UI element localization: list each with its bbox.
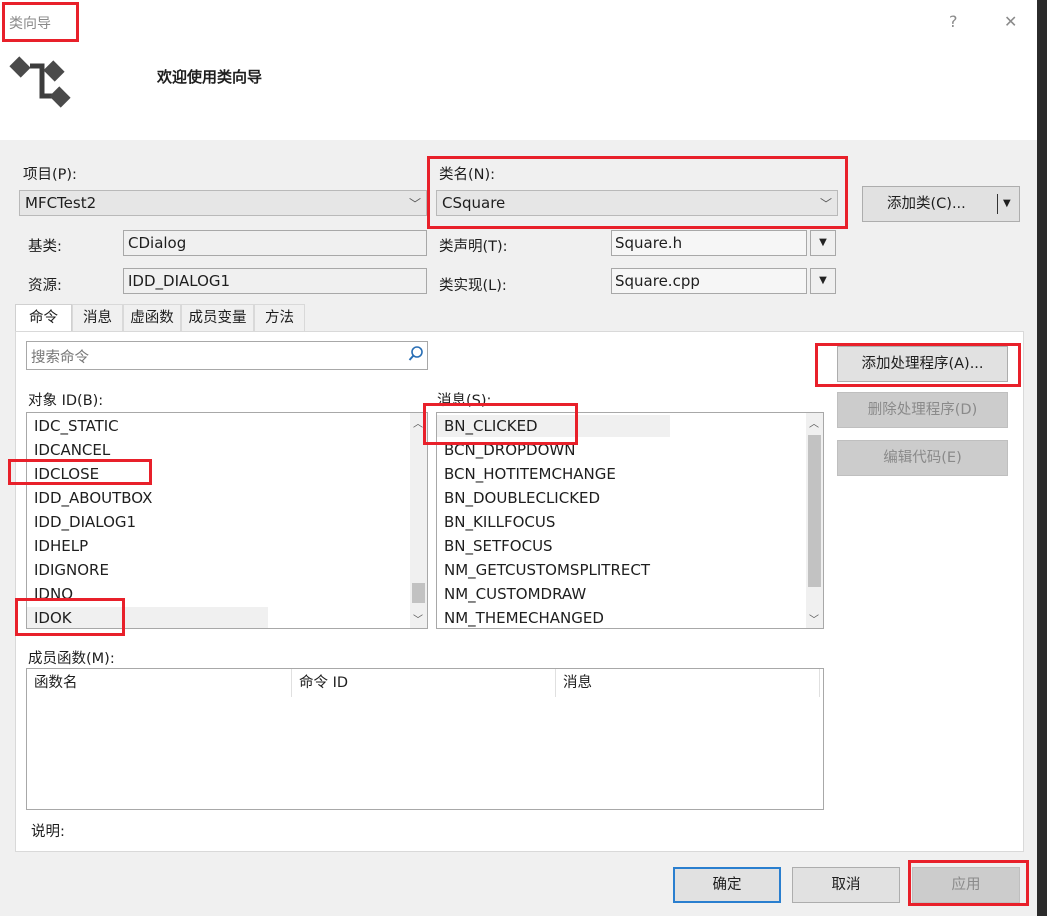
messages-list[interactable]: BN_CLICKED BCN_DROPDOWN BCN_HOTITEMCHANG… xyxy=(436,412,824,629)
class-impl-value: Square.cpp xyxy=(615,272,700,290)
list-item-selected[interactable]: IDOK xyxy=(27,607,268,628)
search-placeholder: 搜索命令 xyxy=(31,350,89,366)
list-item[interactable]: IDD_DIALOG1 xyxy=(34,511,136,533)
apply-button[interactable]: 应用 xyxy=(912,867,1020,903)
scroll-up-icon[interactable]: ︿ xyxy=(413,415,423,430)
add-handler-button[interactable]: 添加处理程序(A)... xyxy=(837,346,1008,382)
class-impl-field[interactable]: Square.cpp xyxy=(611,268,807,294)
member-functions-table[interactable]: 函数名 命令 ID 消息 xyxy=(26,668,824,810)
list-item-selected[interactable]: BN_CLICKED xyxy=(437,415,670,437)
class-decl-value: Square.h xyxy=(615,234,683,252)
tab-methods[interactable]: 方法 xyxy=(254,304,305,331)
list-item[interactable]: NM_CUSTOMDRAW xyxy=(444,583,586,605)
resource-field: IDD_DIALOG1 xyxy=(123,268,427,294)
base-class-value: CDialog xyxy=(128,234,187,252)
project-label: 项目(P): xyxy=(23,167,77,183)
tab-member-variables[interactable]: 成员变量 xyxy=(181,304,254,331)
list-item[interactable]: BCN_DROPDOWN xyxy=(444,439,575,461)
list-item[interactable]: BCN_HOTITEMCHANGE xyxy=(444,463,616,485)
class-wizard-dialog: 类向导 ? ✕ 欢迎使用类向导 项目(P): MFCTest2 ﹀ 类名(N):… xyxy=(0,0,1037,916)
project-value: MFCTest2 xyxy=(25,194,97,212)
dropdown-arrow-icon[interactable]: ▼ xyxy=(1003,187,1011,221)
search-input[interactable]: 搜索命令 xyxy=(26,341,428,370)
list-item[interactable]: IDC_STATIC xyxy=(34,415,119,437)
ok-button[interactable]: 确定 xyxy=(673,867,781,903)
list-item[interactable]: NM_THEMECHANGED xyxy=(444,607,604,628)
description-label: 说明: xyxy=(31,824,65,840)
class-decl-label: 类声明(T): xyxy=(439,239,508,255)
class-decl-field[interactable]: Square.h xyxy=(611,230,807,256)
add-class-button[interactable]: 添加类(C)... ▼ xyxy=(862,186,1020,222)
cancel-button[interactable]: 取消 xyxy=(792,867,900,903)
list-item[interactable]: IDIGNORE xyxy=(34,559,109,581)
list-item[interactable]: IDNO xyxy=(34,583,73,605)
object-ids-scrollbar[interactable]: ︿ ﹀ xyxy=(410,413,427,628)
resource-value: IDD_DIALOG1 xyxy=(128,272,231,290)
delete-handler-button[interactable]: 删除处理程序(D) xyxy=(837,392,1008,428)
add-class-label: 添加类(C)... xyxy=(887,196,966,212)
scroll-down-icon[interactable]: ﹀ xyxy=(413,611,423,626)
tab-messages[interactable]: 消息 xyxy=(72,304,123,331)
base-class-field: CDialog xyxy=(123,230,427,256)
welcome-heading: 欢迎使用类向导 xyxy=(157,68,263,86)
base-class-label: 基类: xyxy=(28,239,62,255)
class-decl-dropdown-button[interactable]: ▼ xyxy=(810,230,836,256)
list-item[interactable]: IDD_ABOUTBOX xyxy=(34,487,152,509)
list-item[interactable]: BN_DOUBLECLICKED xyxy=(444,487,600,509)
search-icon[interactable] xyxy=(408,345,424,367)
class-impl-dropdown-button[interactable]: ▼ xyxy=(810,268,836,294)
close-button[interactable]: ✕ xyxy=(1004,12,1017,31)
scroll-thumb[interactable] xyxy=(808,435,821,587)
messages-label: 消息(S): xyxy=(437,393,492,409)
messages-scrollbar[interactable]: ︿ ﹀ xyxy=(806,413,823,628)
list-item[interactable]: NM_GETCUSTOMSPLITRECT xyxy=(444,559,650,581)
resource-label: 资源: xyxy=(28,278,62,294)
column-header-command-id[interactable]: 命令 ID xyxy=(292,669,556,697)
class-impl-label: 类实现(L): xyxy=(439,278,507,294)
member-functions-label: 成员函数(M): xyxy=(28,651,115,667)
scroll-up-icon[interactable]: ︿ xyxy=(809,415,819,430)
object-ids-list[interactable]: IDC_STATIC IDCANCEL IDCLOSE IDD_ABOUTBOX… xyxy=(26,412,428,629)
classname-combo[interactable]: CSquare ﹀ xyxy=(436,190,838,216)
help-button[interactable]: ? xyxy=(949,12,958,31)
list-item[interactable]: BN_SETFOCUS xyxy=(444,535,553,557)
class-wizard-icon xyxy=(6,52,72,118)
list-item[interactable]: IDHELP xyxy=(34,535,88,557)
object-ids-label: 对象 ID(B): xyxy=(28,393,104,409)
classname-value: CSquare xyxy=(442,194,506,212)
split-divider xyxy=(997,194,998,214)
window-title: 类向导 xyxy=(9,16,51,32)
chevron-down-icon: ﹀ xyxy=(819,197,832,211)
edit-code-button[interactable]: 编辑代码(E) xyxy=(837,440,1008,476)
project-combo[interactable]: MFCTest2 ﹀ xyxy=(19,190,427,216)
scroll-down-icon[interactable]: ﹀ xyxy=(809,611,819,626)
scroll-thumb[interactable] xyxy=(412,583,425,603)
list-item[interactable]: IDCANCEL xyxy=(34,439,110,461)
column-header-function-name[interactable]: 函数名 xyxy=(27,669,292,697)
tab-virtual-functions[interactable]: 虚函数 xyxy=(123,304,181,331)
chevron-down-icon: ﹀ xyxy=(408,197,421,211)
classname-label: 类名(N): xyxy=(439,167,496,183)
tab-commands[interactable]: 命令 xyxy=(15,304,72,332)
list-item[interactable]: IDCLOSE xyxy=(34,463,99,485)
column-header-message[interactable]: 消息 xyxy=(556,669,820,697)
list-item[interactable]: BN_KILLFOCUS xyxy=(444,511,555,533)
title-bar: 类向导 ? ✕ 欢迎使用类向导 xyxy=(0,0,1037,140)
